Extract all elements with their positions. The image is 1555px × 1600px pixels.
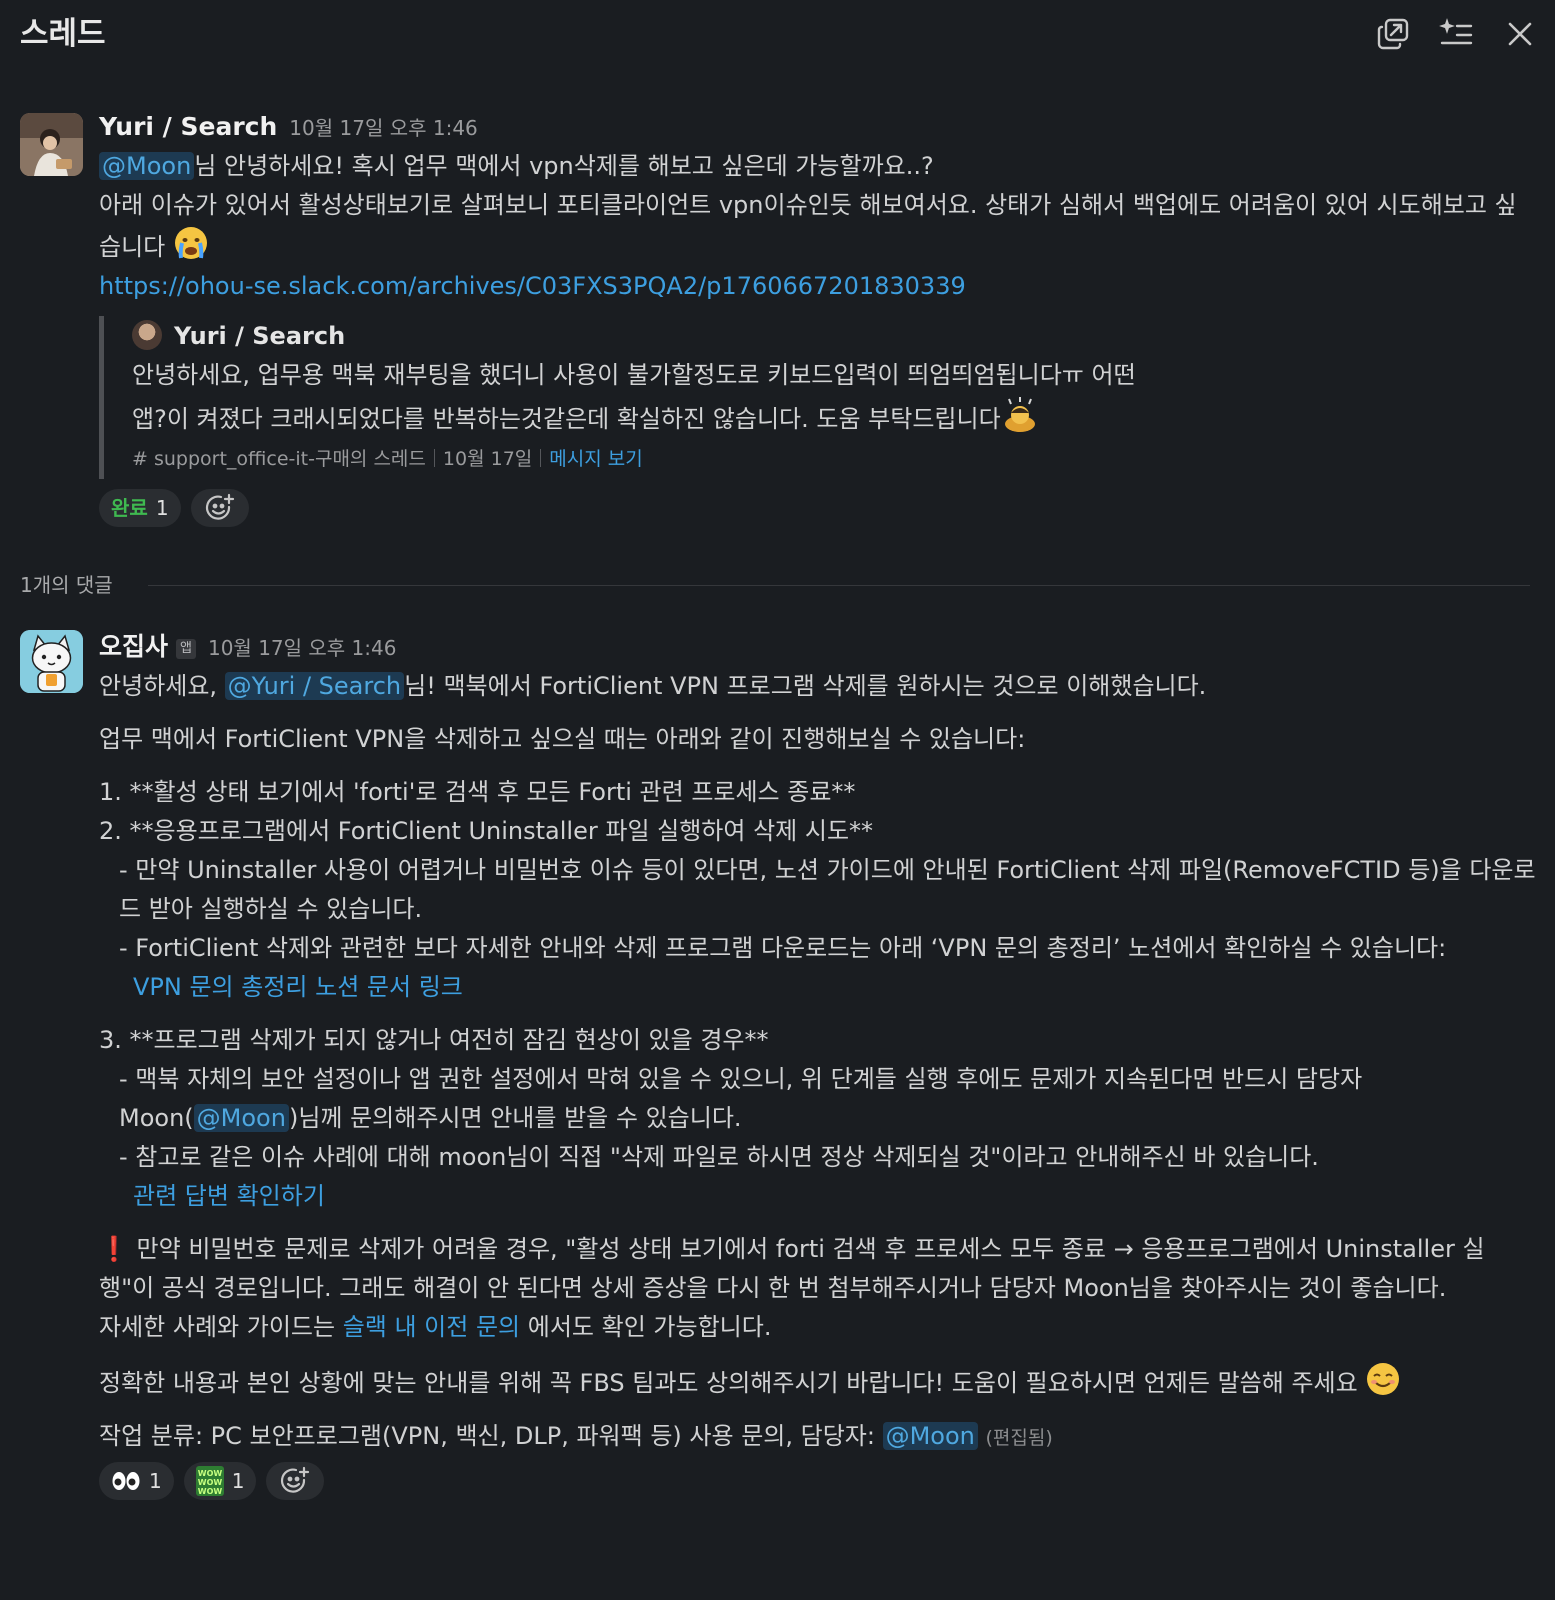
reaction-count: 1 bbox=[155, 495, 169, 520]
bowing-person-icon bbox=[1004, 397, 1035, 432]
avatar[interactable] bbox=[20, 113, 83, 176]
parent-message: Yuri / Search 10월 17일 오후 1:46 @Moon 님 안녕하세… bbox=[99, 107, 1537, 527]
close-icon[interactable] bbox=[1502, 16, 1538, 52]
reaction-eyes[interactable]: 1 bbox=[99, 1462, 174, 1500]
mention[interactable]: @Moon bbox=[193, 1104, 289, 1132]
timestamp[interactable]: 10월 17일 오후 1:46 bbox=[289, 116, 477, 140]
mention[interactable]: @Moon bbox=[99, 152, 195, 180]
message-line: @Moon 님 안녕하세요! 혹시 업무 맥에서 vpn삭제를 해보고 싶은데 가… bbox=[99, 147, 1537, 186]
message-line: 아래 이슈가 있어서 활성상태보기로 살펴보니 포티클라이언트 vpn이슈인듯 … bbox=[99, 186, 1537, 267]
wow-icon: WOWWOWWOW bbox=[195, 1466, 224, 1496]
detail-text: 자세한 사례와 가이드는 슬랙 내 이전 문의 에서도 확인 가능합니다. bbox=[99, 1308, 1537, 1347]
quote-avatar bbox=[132, 320, 162, 350]
category-text: 작업 분류: PC 보안프로그램(VPN, 백신, DLP, 파워팩 등) 사용… bbox=[99, 1417, 1537, 1458]
reaction-count: 1 bbox=[149, 1468, 162, 1493]
exclamation-icon: ❗ bbox=[99, 1235, 129, 1263]
reaction-count: 1 bbox=[231, 1468, 245, 1493]
quote-date[interactable]: 10월 17일 bbox=[443, 448, 532, 470]
eyes-icon bbox=[112, 1472, 140, 1490]
step-1: 1. **활성 상태 보기에서 'forti'로 검색 후 모든 Forti 관… bbox=[99, 778, 856, 806]
message-text: 자세한 사례와 가이드는 bbox=[99, 1313, 343, 1341]
message-text: 만약 비밀번호 문제로 삭제가 어려울 경우, "활성 상태 보기에서 fort… bbox=[99, 1235, 1485, 1302]
step-3-note-a: - 맥북 자체의 보안 설정이나 앱 권한 설정에서 막혀 있을 수 있으니, … bbox=[99, 1060, 1537, 1138]
message-text: 님! 맥북에서 FortiClient VPN 프로그램 삭제를 원하시는 것으… bbox=[404, 672, 1207, 700]
quoted-message[interactable]: Yuri / Search 안녕하세요, 업무용 맥북 재부팅을 했더니 사용이… bbox=[99, 316, 1152, 479]
add-reaction-button[interactable] bbox=[266, 1462, 325, 1500]
thread-header: 스레드 bbox=[0, 0, 1555, 72]
message-text: 님 안녕하세요! 혹시 업무 맥에서 vpn삭제를 해보고 싶은데 가능할까요.… bbox=[194, 152, 934, 180]
reactions: 1 WOW WOW WOW 1 bbox=[99, 1462, 1537, 1500]
quote-body: 안녕하세요, 업무용 맥북 재부팅을 했더니 사용이 불가할정도로 키보드입력이… bbox=[132, 361, 1136, 433]
edited-label: (편집됨) bbox=[985, 1427, 1053, 1449]
reply-count: 1개의 댓글 bbox=[20, 573, 113, 597]
mention[interactable]: @Moon bbox=[882, 1422, 978, 1450]
step-2-note-a: - 만약 Uninstaller 사용이 어렵거나 비밀번호 이슈 등이 있다면… bbox=[119, 856, 1536, 923]
add-reaction-icon bbox=[281, 1466, 310, 1493]
message-text: 작업 분류: PC 보안프로그램(VPN, 백신, DLP, 파워팩 등) 사용… bbox=[99, 1422, 883, 1450]
intro-text: 업무 맥에서 FortiClient VPN을 삭제하고 싶으실 때는 아래와 … bbox=[99, 725, 1026, 753]
divider bbox=[148, 585, 1530, 586]
smiling-face-icon bbox=[1367, 1363, 1400, 1395]
bot-avatar[interactable] bbox=[20, 630, 83, 693]
previous-inquiry-link[interactable]: 슬랙 내 이전 문의 bbox=[343, 1313, 520, 1341]
popout-icon[interactable] bbox=[1375, 16, 1411, 52]
message-text: 정확한 내용과 본인 상황에 맞는 안내를 위해 꼭 FBS 팀과도 상의해주시… bbox=[99, 1369, 1358, 1397]
app-badge: 앱 bbox=[176, 639, 196, 659]
message-text: 아래 이슈가 있어서 활성상태보기로 살펴보니 포티클라이언트 vpn이슈인듯 … bbox=[99, 191, 1517, 261]
svg-text:WOW: WOW bbox=[198, 1478, 223, 1487]
related-answer-link[interactable]: 관련 답변 확인하기 bbox=[133, 1182, 325, 1210]
message-text: 에서도 확인 가능합니다. bbox=[520, 1313, 772, 1341]
quote-author[interactable]: Yuri / Search bbox=[174, 322, 345, 350]
ai-summary-icon[interactable] bbox=[1438, 16, 1474, 52]
view-message-link[interactable]: 메시지 보기 bbox=[549, 448, 642, 470]
vpn-notion-link[interactable]: VPN 문의 총정리 노션 문서 링크 bbox=[133, 973, 463, 1001]
crying-face-icon bbox=[174, 227, 207, 259]
author-name[interactable]: Yuri / Search bbox=[99, 112, 277, 141]
step-2: 2. **응용프로그램에서 FortiClient Uninstaller 파일… bbox=[99, 817, 874, 845]
mention[interactable]: @Yuri / Search bbox=[224, 672, 405, 700]
quote-meta: # support_office-it-구매의 스레드 10월 17일 메시지 보기 bbox=[132, 439, 1152, 479]
reply-message: 오집사 앱 10월 17일 오후 1:46 안녕하세요, @Yuri / Searc… bbox=[99, 627, 1537, 1500]
message-text: 안녕하세요, bbox=[99, 672, 225, 700]
reply-count-divider: 1개의 댓글 bbox=[20, 570, 1530, 600]
svg-text:WOW: WOW bbox=[198, 1487, 223, 1496]
message-text: )님께 문의해주시면 안내를 받을 수 있습니다. bbox=[288, 1104, 742, 1132]
reaction-done[interactable]: 완료 1 bbox=[99, 489, 181, 527]
step-3-note-b: - 참고로 같은 이슈 사례에 대해 moon님이 직접 "삭제 파일로 하시면… bbox=[119, 1143, 1319, 1171]
closing-text: 정확한 내용과 본인 상황에 맞는 안내를 위해 꼭 FBS 팀과도 상의해주시… bbox=[99, 1361, 1537, 1403]
svg-text:WOW: WOW bbox=[198, 1469, 223, 1478]
add-reaction-icon bbox=[205, 493, 234, 520]
step-2-note-b: - FortiClient 삭제와 관련한 보다 자세한 안내와 삭제 프로그램… bbox=[119, 934, 1447, 962]
thread-title: 스레드 bbox=[20, 16, 106, 52]
timestamp[interactable]: 10월 17일 오후 1:46 bbox=[208, 636, 396, 660]
reactions: 완료 1 bbox=[99, 489, 1537, 527]
step-3: 3. **프로그램 삭제가 되지 않거나 여전히 잠김 현상이 있을 경우** bbox=[99, 1026, 769, 1054]
reaction-wow[interactable]: WOW WOW WOW 1 bbox=[183, 1462, 257, 1500]
quote-channel[interactable]: # support_office-it-구매의 스레드 bbox=[132, 448, 426, 470]
warning-text: ❗ 만약 비밀번호 문제로 삭제가 어려울 경우, "활성 상태 보기에서 fo… bbox=[99, 1230, 1537, 1308]
quote-text: 안녕하세요, 업무용 맥북 재부팅을 했더니 사용이 불가할정도로 키보드입력이… bbox=[132, 356, 1152, 439]
message-link[interactable]: https://ohou-se.slack.com/archives/C03FX… bbox=[99, 272, 966, 300]
author-name[interactable]: 오집사 bbox=[99, 632, 168, 661]
add-reaction-button[interactable] bbox=[190, 489, 249, 527]
reaction-label: 완료 bbox=[111, 495, 148, 520]
